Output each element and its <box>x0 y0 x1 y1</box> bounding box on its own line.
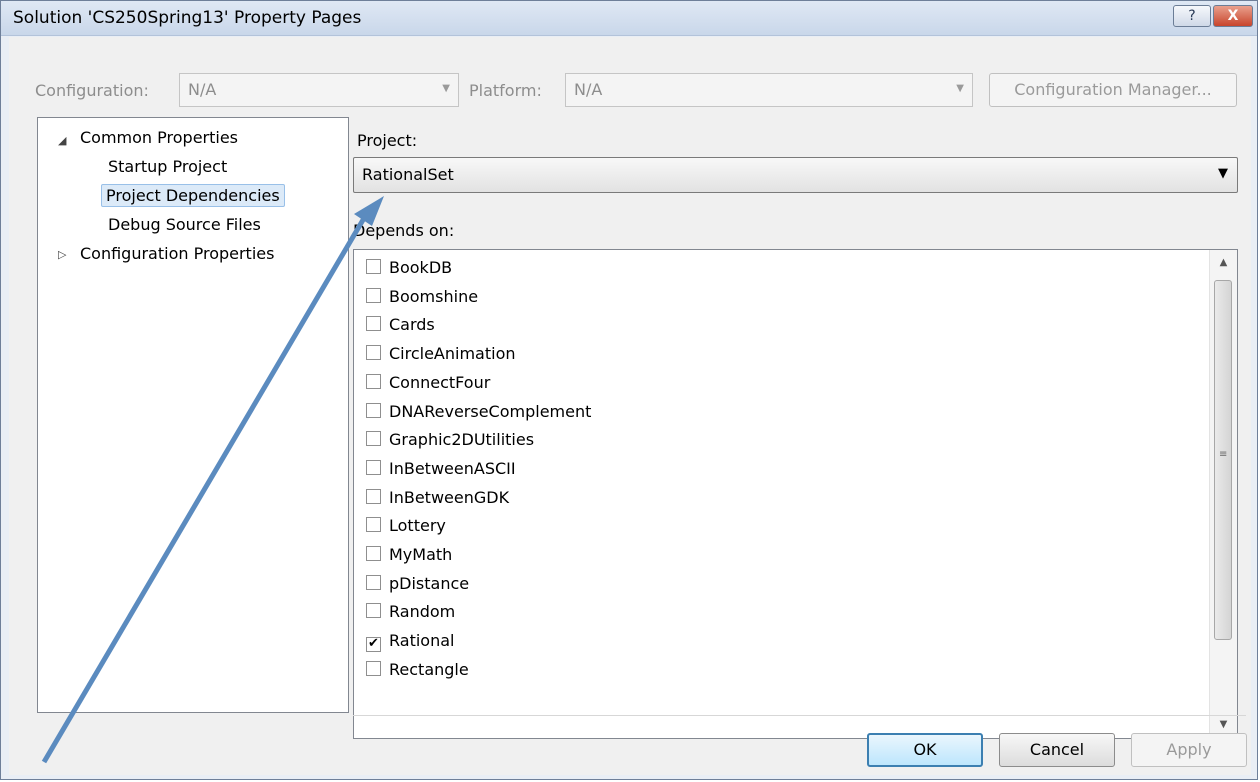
dependency-name: DNAReverseComplement <box>389 401 592 421</box>
configuration-manager-button[interactable]: Configuration Manager... <box>989 73 1237 107</box>
platform-value: N/A <box>574 80 603 99</box>
tree-item-configuration-properties[interactable]: Configuration Properties <box>80 244 274 263</box>
dependency-checkbox[interactable] <box>366 259 381 274</box>
dependency-name: Cards <box>389 315 435 335</box>
configuration-value: N/A <box>188 80 217 99</box>
dependency-checkbox[interactable] <box>366 660 381 676</box>
dependency-name: Rational <box>389 631 455 651</box>
dependency-checkbox[interactable] <box>366 345 381 361</box>
dependency-item[interactable]: InBetweenASCII <box>366 459 516 487</box>
project-select[interactable]: RationalSet ▼ <box>353 157 1238 193</box>
tree-item-debug-source-files[interactable]: Debug Source Files <box>108 215 261 234</box>
apply-button[interactable]: Apply <box>1131 733 1247 767</box>
grip-icon: ≡ <box>1219 449 1228 460</box>
dependency-name: Lottery <box>389 516 446 536</box>
dependency-name: Graphic2DUtilities <box>389 430 535 450</box>
dependency-checkbox[interactable] <box>366 402 381 418</box>
dependency-name: BookDB <box>389 258 453 277</box>
platform-combo[interactable]: N/A ▼ <box>565 73 973 107</box>
dependency-item[interactable]: Graphic2DUtilities <box>366 430 534 458</box>
dependency-item[interactable]: InBetweenGDK <box>366 488 509 516</box>
dependency-item[interactable]: pDistance <box>366 574 469 602</box>
dependency-item[interactable]: Rectangle <box>366 660 469 688</box>
dependency-checkbox[interactable] <box>366 574 381 590</box>
dependency-name: Rectangle <box>389 659 469 679</box>
chevron-down-icon: ▼ <box>442 83 450 94</box>
vertical-scrollbar[interactable]: ▲ ≡ ▼ <box>1209 250 1237 738</box>
dependency-name: Random <box>389 602 456 622</box>
dependency-item[interactable]: Boomshine <box>366 287 478 315</box>
dependency-name: ConnectFour <box>389 372 491 392</box>
chevron-down-icon: ▼ <box>1218 166 1228 181</box>
scrollbar-thumb[interactable]: ≡ <box>1214 280 1232 640</box>
cancel-button[interactable]: Cancel <box>999 733 1115 767</box>
dependency-checkbox[interactable] <box>366 546 381 561</box>
depends-on-list[interactable]: BookDB Boomshine Cards CircleAnimation Conne… <box>353 249 1238 739</box>
dependency-checkbox[interactable] <box>366 517 381 533</box>
close-button[interactable]: X <box>1213 5 1253 27</box>
dependency-checkbox[interactable] <box>366 316 381 332</box>
dependency-checkbox[interactable] <box>366 373 381 389</box>
platform-label: Platform: <box>469 81 542 100</box>
dependency-name: InBetweenGDK <box>389 487 510 507</box>
ok-button[interactable]: OK <box>867 733 983 767</box>
dependency-checkbox[interactable] <box>366 431 381 447</box>
property-tree: ◢ Common Properties Startup Project Proj… <box>37 117 349 713</box>
dependency-item[interactable]: BookDB <box>366 258 452 286</box>
tree-item-project-dependencies[interactable]: Project Dependencies <box>101 184 285 207</box>
configuration-label: Configuration: <box>35 81 149 100</box>
dependency-item[interactable]: MyMath <box>366 545 452 573</box>
tree-item-common-properties[interactable]: Common Properties <box>80 128 238 147</box>
dependency-checkbox[interactable] <box>366 287 381 303</box>
dependency-name: pDistance <box>389 573 470 593</box>
dependency-checkbox[interactable]: ✔ <box>366 637 381 653</box>
dependency-name: InBetweenASCII <box>389 458 516 478</box>
depends-on-label: Depends on: <box>353 221 455 240</box>
dependency-item[interactable]: Random <box>366 602 455 630</box>
chevron-down-icon: ▼ <box>956 83 964 94</box>
dependency-item[interactable]: CircleAnimation <box>366 344 516 372</box>
dependency-item[interactable]: Lottery <box>366 516 446 544</box>
dependency-name: CircleAnimation <box>389 344 516 364</box>
tree-item-startup-project[interactable]: Startup Project <box>108 157 227 176</box>
dependency-item[interactable]: Cards <box>366 315 435 343</box>
title-bar: Solution 'CS250Spring13' Property Pages … <box>1 1 1257 36</box>
collapsed-triangle-icon[interactable]: ▷ <box>58 248 66 261</box>
project-select-value: RationalSet <box>362 165 454 184</box>
separator <box>353 715 1246 716</box>
help-button[interactable]: ? <box>1173 5 1211 27</box>
dependency-item[interactable]: ConnectFour <box>366 373 490 401</box>
configuration-combo[interactable]: N/A ▼ <box>179 73 459 107</box>
dependency-item[interactable]: DNAReverseComplement <box>366 402 591 430</box>
project-label: Project: <box>357 131 418 150</box>
window-title: Solution 'CS250Spring13' Property Pages <box>13 8 362 28</box>
scroll-up-arrow-icon[interactable]: ▲ <box>1210 250 1237 276</box>
property-pages-dialog: Solution 'CS250Spring13' Property Pages … <box>0 0 1258 780</box>
dependency-checkbox[interactable] <box>366 488 381 504</box>
dialog-body: Configuration: N/A ▼ Platform: N/A ▼ Con… <box>9 37 1251 775</box>
dependency-checkbox[interactable] <box>366 459 381 475</box>
expanded-triangle-icon[interactable]: ◢ <box>58 134 66 147</box>
dependency-name: Boomshine <box>389 286 479 306</box>
dependency-item[interactable]: ✔ Rational <box>366 631 454 659</box>
dependency-checkbox[interactable] <box>366 603 381 619</box>
dependency-name: MyMath <box>389 545 453 564</box>
